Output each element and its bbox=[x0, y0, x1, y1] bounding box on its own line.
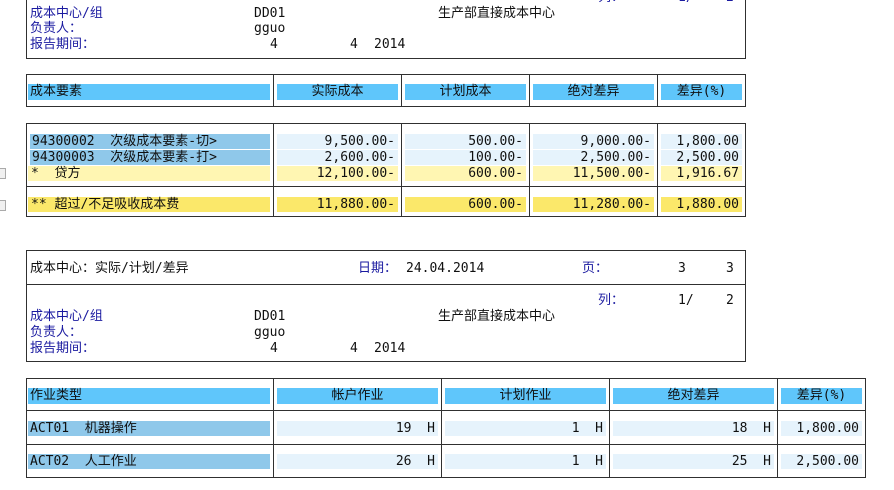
col-label-2: 列： bbox=[598, 293, 625, 308]
col-header-account-activity[interactable]: 帐户作业 bbox=[277, 388, 438, 404]
table-cell-abs[interactable]: 2,500.00- bbox=[533, 150, 654, 165]
credit-cell-pct[interactable]: 1,916.67 bbox=[661, 166, 742, 181]
row-marker-icon bbox=[0, 200, 6, 211]
credit-cell-actual[interactable]: 12,100.00- bbox=[277, 166, 398, 181]
col-header-plan-activity[interactable]: 计划作业 bbox=[445, 388, 606, 404]
page-total: 3 bbox=[726, 261, 734, 276]
credit-row-label[interactable]: * 贷方 bbox=[28, 166, 270, 181]
table-cell-actual[interactable]: 9,500.00- bbox=[277, 134, 398, 149]
credit-cell-plan[interactable]: 600.00- bbox=[405, 166, 526, 181]
table-cell-pct[interactable]: 1,800.00 bbox=[781, 421, 862, 436]
col-header-cost-element[interactable]: 成本要素 bbox=[28, 84, 270, 100]
period-year-1: 2014 bbox=[374, 37, 406, 52]
table-cell-actual[interactable]: 19 H bbox=[277, 421, 438, 436]
col-total-2: 2 bbox=[726, 293, 734, 308]
row-marker-icon bbox=[0, 168, 6, 179]
total-cell-actual[interactable]: 11,880.00- bbox=[277, 197, 398, 212]
col-header-plan-cost[interactable]: 计划成本 bbox=[405, 84, 526, 100]
table-cell-plan[interactable]: 100.00- bbox=[405, 150, 526, 165]
credit-cell-abs[interactable]: 11,500.00- bbox=[533, 166, 654, 181]
period-label-1: 报告期间： bbox=[30, 37, 96, 52]
col-current-2: 1/ bbox=[678, 293, 694, 308]
cc-group-value-2: DD01 bbox=[254, 309, 286, 324]
col-header-abs-variance-2[interactable]: 绝对差异 bbox=[613, 388, 774, 404]
table-cell-plan[interactable]: 1 H bbox=[445, 421, 606, 436]
report-title: 成本中心：实际/计划/差异 bbox=[30, 261, 189, 276]
col-total-1: 2 bbox=[726, 0, 734, 5]
responsible-value-2: gguo bbox=[254, 325, 286, 340]
total-cell-abs[interactable]: 11,280.00- bbox=[533, 197, 654, 212]
period-label-2: 报告期间： bbox=[30, 341, 96, 356]
period-year-2: 2014 bbox=[374, 341, 406, 356]
col-header-activity-type[interactable]: 作业类型 bbox=[28, 388, 270, 404]
col-current-1: 1/ bbox=[678, 0, 694, 5]
cc-group-desc-2: 生产部直接成本中心 bbox=[438, 309, 556, 324]
table-cell-plan[interactable]: 500.00- bbox=[405, 134, 526, 149]
col-label-1: 列： bbox=[598, 0, 624, 5]
cc-group-label-1: 成本中心/组 bbox=[30, 6, 103, 21]
cc-group-desc-1: 生产部直接成本中心 bbox=[438, 6, 556, 21]
col-header-actual-cost[interactable]: 实际成本 bbox=[277, 84, 398, 100]
period-to-2: 4 bbox=[350, 341, 358, 356]
table-row-label[interactable]: 94300002 次级成本要素-切> bbox=[30, 134, 270, 149]
responsible-value-1: gguo bbox=[254, 21, 286, 36]
table-row-label[interactable]: 94300003 次级成本要素-打> bbox=[30, 150, 270, 165]
col-header-abs-variance[interactable]: 绝对差异 bbox=[533, 84, 654, 100]
table-cell-actual[interactable]: 26 H bbox=[277, 454, 438, 469]
table-cell-plan[interactable]: 1 H bbox=[445, 454, 606, 469]
page-current: 3 bbox=[678, 261, 686, 276]
cc-group-value-1: DD01 bbox=[254, 6, 286, 21]
table-cell-abs[interactable]: 9,000.00- bbox=[533, 134, 654, 149]
table-cell-pct[interactable]: 2,500.00 bbox=[661, 150, 742, 165]
period-from-1: 4 bbox=[270, 37, 278, 52]
date-value: 24.04.2014 bbox=[406, 261, 485, 276]
table-row-label[interactable]: ACT02 人工作业 bbox=[28, 454, 270, 469]
cc-group-label-2: 成本中心/组 bbox=[30, 309, 103, 324]
table-cell-abs[interactable]: 25 H bbox=[613, 454, 774, 469]
date-label: 日期： bbox=[358, 261, 398, 276]
table-cell-pct[interactable]: 1,800.00 bbox=[661, 134, 742, 149]
page-label: 页： bbox=[582, 261, 609, 276]
period-to-1: 4 bbox=[350, 37, 358, 52]
responsible-label-2: 负责人： bbox=[30, 325, 83, 340]
total-row-label[interactable]: ** 超过/不足吸收成本费 bbox=[28, 197, 270, 212]
period-from-2: 4 bbox=[270, 341, 278, 356]
table-cell-pct[interactable]: 2,500.00 bbox=[781, 454, 862, 469]
responsible-label-1: 负责人： bbox=[30, 21, 83, 36]
total-cell-plan[interactable]: 600.00- bbox=[405, 197, 526, 212]
table-cell-actual[interactable]: 2,600.00- bbox=[277, 150, 398, 165]
table-cell-abs[interactable]: 18 H bbox=[613, 421, 774, 436]
col-header-variance-pct-2[interactable]: 差异(%) bbox=[781, 388, 862, 404]
table-row-label[interactable]: ACT01 机器操作 bbox=[28, 421, 270, 436]
total-cell-pct[interactable]: 1,880.00 bbox=[661, 197, 742, 212]
col-header-variance-pct[interactable]: 差异(%) bbox=[661, 84, 742, 100]
